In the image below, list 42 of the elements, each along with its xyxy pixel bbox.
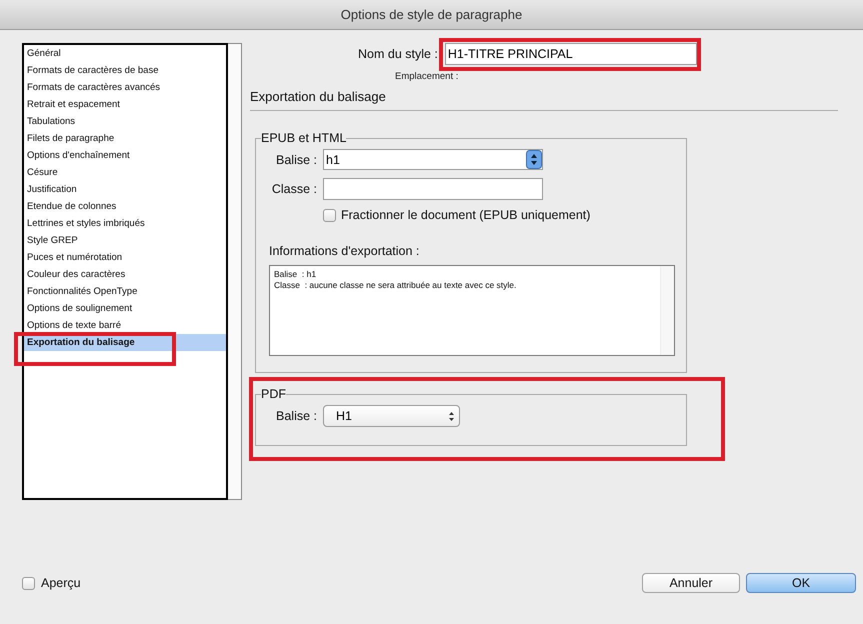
sidebar-item[interactable]: Général bbox=[24, 45, 226, 62]
field-label: Classe : bbox=[270, 182, 317, 196]
location-label: Emplacement : bbox=[395, 71, 460, 82]
sidebar-item[interactable]: Césure bbox=[24, 164, 226, 181]
sidebar-item[interactable]: Style GREP bbox=[24, 232, 226, 249]
cancel-button[interactable]: Annuler bbox=[642, 573, 740, 593]
stepper-icon bbox=[526, 150, 542, 169]
checkbox[interactable] bbox=[22, 576, 35, 590]
field-label: Nom du style : bbox=[358, 47, 438, 61]
sidebar-item[interactable]: Tabulations bbox=[24, 113, 226, 130]
checkbox-label: Aperçu bbox=[41, 576, 81, 590]
sidebar-item[interactable]: Justification bbox=[24, 181, 226, 198]
class-field[interactable] bbox=[323, 178, 543, 200]
sidebar-item[interactable]: Lettrines et styles imbriqués bbox=[24, 215, 226, 232]
section-title: Exportation du balisage bbox=[250, 89, 387, 104]
sidebar-item[interactable]: Puces et numérotation bbox=[24, 249, 226, 266]
sidebar-item[interactable]: Options de soulignement bbox=[24, 300, 226, 317]
field-label: Balise : bbox=[275, 152, 317, 166]
info-label: Informations d'exportation : bbox=[269, 244, 420, 258]
scrollbar[interactable] bbox=[228, 43, 242, 500]
sidebar-item[interactable]: Options d'enchaînement bbox=[24, 147, 226, 164]
sidebar-item[interactable]: Filets de paragraphe bbox=[24, 130, 226, 147]
field-label: Balise : bbox=[275, 409, 317, 423]
info-line: Classe : aucune classe ne sera attribuée au texte avec ce style. bbox=[274, 280, 518, 291]
sidebar-item[interactable]: Formats de caractères de base bbox=[24, 62, 226, 79]
sidebar-item[interactable]: Retrait et espacement bbox=[24, 96, 226, 113]
group-title: EPUB et HTML bbox=[261, 131, 346, 145]
window-title: Options de style de paragraphe bbox=[340, 7, 522, 22]
sidebar-item[interactable]: Options de texte barré bbox=[24, 317, 226, 334]
tag-select[interactable]: h1 bbox=[323, 149, 543, 170]
style-name-field[interactable]: H1-TITRE PRINCIPAL bbox=[444, 43, 697, 65]
tag-select[interactable]: H1 bbox=[323, 405, 460, 427]
sidebar-item[interactable]: Fonctionnalités OpenType bbox=[24, 283, 226, 300]
sidebar-item[interactable]: Couleur des caractères bbox=[24, 266, 226, 283]
checkbox[interactable] bbox=[323, 208, 336, 222]
checkbox-label: Fractionner le document (EPUB uniquement) bbox=[341, 208, 590, 222]
ok-button[interactable]: OK bbox=[746, 573, 856, 593]
sidebar-item[interactable]: Etendue de colonnes bbox=[24, 198, 226, 215]
stepper-icon bbox=[448, 410, 455, 422]
group-title: PDF bbox=[261, 387, 286, 401]
sidebar-item[interactable]: Formats de caractères avancés bbox=[24, 79, 226, 96]
info-line: Balise : h1 bbox=[274, 269, 318, 280]
